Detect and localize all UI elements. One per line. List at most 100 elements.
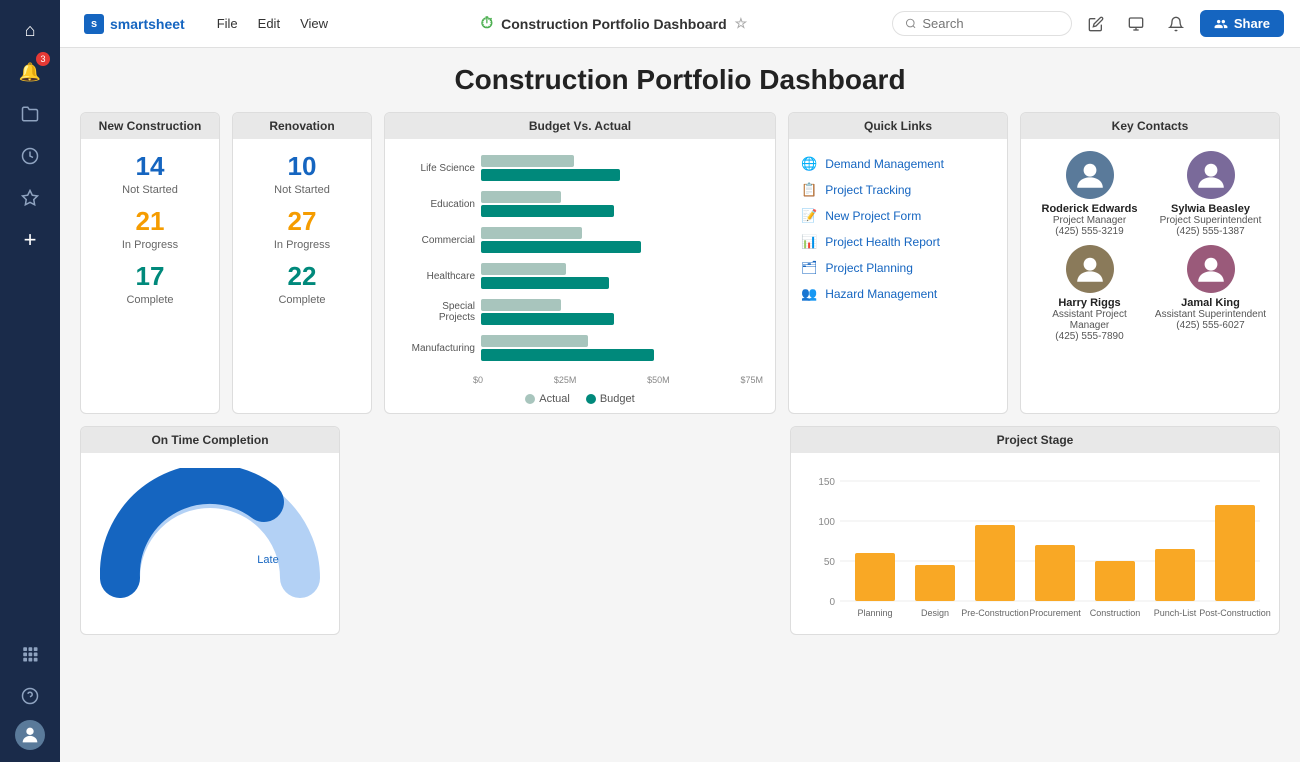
bars-group [481, 263, 755, 289]
user-avatar[interactable] [15, 720, 45, 750]
ren-not-started-value: 10 [245, 151, 359, 182]
budget-bar-chart: Life ScienceEducationCommercialHealthcar… [397, 147, 763, 361]
actual-bar [481, 335, 588, 347]
contact-role: Assistant Project Manager [1033, 309, 1146, 331]
quick-link-item[interactable]: 👥Hazard Management [801, 281, 995, 307]
bar-label: Education [405, 199, 475, 210]
contact-avatar [1187, 245, 1235, 293]
nc-not-started-label: Not Started [93, 184, 207, 196]
bars-group [481, 299, 755, 325]
quick-link-item[interactable]: 📋Project Tracking [801, 177, 995, 203]
dashboard-title: Construction Portfolio Dashboard [80, 64, 1280, 96]
ren-complete-label: Complete [245, 294, 359, 306]
sidebar-item-notifications[interactable]: 🔔 3 [12, 54, 48, 90]
project-stage-body: 150100500PlanningDesignPre-ConstructionP… [791, 453, 1279, 634]
nc-complete: 17 Complete [93, 261, 207, 306]
project-stage-card: Project Stage 150100500PlanningDesignPre… [790, 426, 1280, 635]
svg-text:150: 150 [818, 477, 835, 488]
bar-row: Commercial [405, 227, 755, 253]
contact-avatar [1066, 245, 1114, 293]
budget-header: Budget Vs. Actual [385, 113, 775, 139]
x-label-75: $75M [740, 375, 763, 385]
link-icon: 🌐 [801, 156, 817, 172]
svg-text:Procurement: Procurement [1029, 608, 1081, 618]
bar-row: Special Projects [405, 299, 755, 325]
link-icon: 📝 [801, 208, 817, 224]
svg-text:On Time: On Time [164, 546, 216, 561]
row-2: On Time Completion On Time Late [80, 426, 1280, 635]
share-icon [1214, 17, 1228, 31]
search-input[interactable] [922, 16, 1058, 31]
quick-link-item[interactable]: 🌐 Demand Management [801, 151, 995, 177]
key-contacts-body: Roderick Edwards Project Manager (425) 5… [1021, 139, 1279, 354]
key-contacts-card: Key Contacts Roderick Edwards Project Ma… [1020, 112, 1280, 414]
menu-view[interactable]: View [292, 12, 336, 35]
svg-text:Planning: Planning [857, 608, 892, 618]
contact-item: Harry Riggs Assistant Project Manager (4… [1033, 245, 1146, 342]
menu-edit[interactable]: Edit [250, 12, 288, 35]
sidebar-item-recent[interactable] [12, 138, 48, 174]
spacer2 [504, 426, 778, 635]
row-1: New Construction 14 Not Started 21 In Pr… [80, 112, 1280, 414]
budget-bar [481, 349, 654, 361]
stage-chart: 150100500PlanningDesignPre-ConstructionP… [799, 461, 1271, 626]
stage-bar [915, 565, 955, 601]
contact-phone: (425) 555-6027 [1154, 320, 1267, 331]
svg-text:Pre-Construction: Pre-Construction [961, 608, 1029, 618]
budget-bar [481, 313, 614, 325]
contact-item: Jamal King Assistant Superintendent (425… [1154, 245, 1267, 342]
contact-role: Project Manager [1033, 215, 1146, 226]
favorite-star-icon[interactable]: ☆ [735, 15, 748, 32]
contact-role: Assistant Superintendent [1154, 309, 1267, 320]
actual-bar [481, 227, 582, 239]
nc-in-progress: 21 In Progress [93, 206, 207, 251]
sidebar-item-add[interactable]: + [12, 222, 48, 258]
nc-complete-value: 17 [93, 261, 207, 292]
search-box[interactable] [892, 11, 1072, 36]
svg-text:Late: Late [257, 554, 278, 566]
stage-bar [975, 525, 1015, 601]
main-content: s smartsheet File Edit View ⏱ Constructi… [60, 0, 1300, 762]
actual-bar [481, 155, 574, 167]
stage-bar [1155, 549, 1195, 601]
edit-icon-btn[interactable] [1080, 8, 1112, 40]
renovation-body: 10 Not Started 27 In Progress 22 Complet… [233, 139, 371, 328]
actual-bar [481, 191, 561, 203]
topbar-title: ⏱ Construction Portfolio Dashboard ☆ [352, 15, 876, 33]
sidebar-item-apps[interactable] [12, 636, 48, 672]
bar-row: Education [405, 191, 755, 217]
contact-avatar [1066, 151, 1114, 199]
ren-not-started-label: Not Started [245, 184, 359, 196]
x-label-25: $25M [554, 375, 577, 385]
menu-file[interactable]: File [209, 12, 246, 35]
quick-link-item[interactable]: 📝New Project Form [801, 203, 995, 229]
quick-link-item[interactable]: 🗂Project Planning [801, 255, 995, 281]
svg-text:Design: Design [921, 608, 949, 618]
on-time-card: On Time Completion On Time Late [80, 426, 340, 635]
spacer [352, 426, 492, 635]
bar-label: Special Projects [405, 301, 475, 323]
stage-bar [1035, 545, 1075, 601]
sidebar-item-folders[interactable] [12, 96, 48, 132]
contact-avatar [1187, 151, 1235, 199]
quick-link-item[interactable]: 📊Project Health Report [801, 229, 995, 255]
stage-bar [855, 553, 895, 601]
sidebar-item-home[interactable]: ⌂ [12, 12, 48, 48]
present-icon-btn[interactable] [1120, 8, 1152, 40]
contact-phone: (425) 555-3219 [1033, 226, 1146, 237]
svg-text:Punch-List: Punch-List [1154, 608, 1197, 618]
legend-actual: Actual [525, 393, 570, 405]
legend-budget: Budget [586, 393, 635, 405]
share-button[interactable]: Share [1200, 10, 1284, 37]
link-label: Demand Management [825, 157, 944, 171]
stage-svg: 150100500PlanningDesignPre-ConstructionP… [799, 461, 1271, 621]
contact-phone: (425) 555-1387 [1154, 226, 1267, 237]
sidebar-item-help[interactable] [12, 678, 48, 714]
sidebar-item-favorites[interactable] [12, 180, 48, 216]
stage-bar [1095, 561, 1135, 601]
ren-in-progress-value: 27 [245, 206, 359, 237]
contacts-grid: Roderick Edwards Project Manager (425) 5… [1033, 151, 1267, 342]
bar-label: Manufacturing [405, 343, 475, 354]
notification-icon-btn[interactable] [1160, 8, 1192, 40]
nc-in-progress-value: 21 [93, 206, 207, 237]
